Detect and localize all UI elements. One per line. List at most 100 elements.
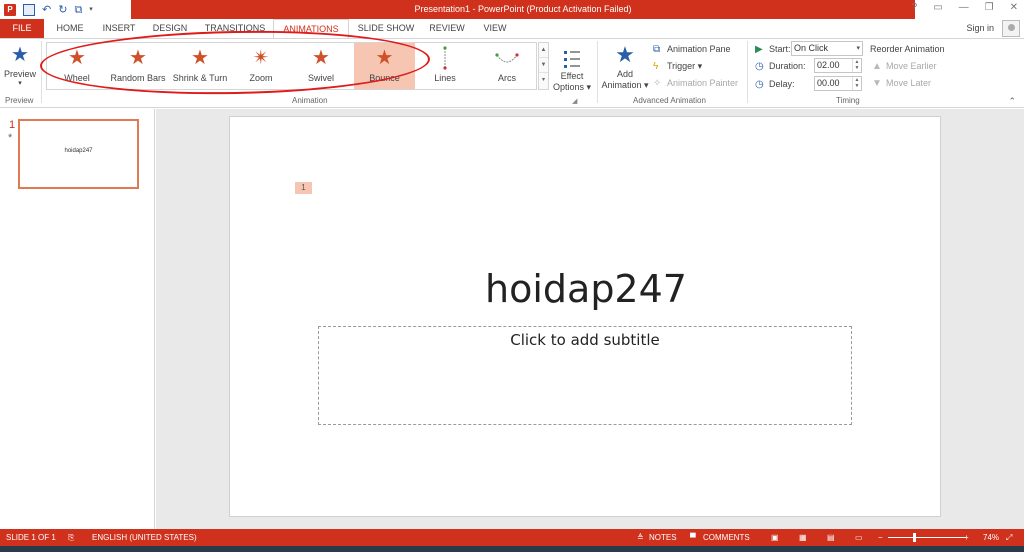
animation-order-tag[interactable]: 1 bbox=[295, 182, 312, 194]
close-icon[interactable]: ✕ bbox=[1010, 2, 1018, 13]
zoom-out-icon[interactable]: − bbox=[878, 529, 883, 546]
reading-view-icon[interactable]: ▤ bbox=[827, 529, 835, 546]
animation-lines-label: Lines bbox=[434, 73, 456, 83]
animation-bounce-label: Bounce bbox=[369, 73, 400, 83]
animation-painter-button[interactable]: ✧ Animation Painter bbox=[653, 76, 738, 90]
undo-icon[interactable]: ↶ bbox=[42, 4, 51, 16]
slide-sorter-icon[interactable]: ▦ bbox=[799, 529, 807, 546]
gallery-scroll-up-icon[interactable]: ▲ bbox=[539, 43, 548, 58]
slide-show-icon[interactable]: ▭ bbox=[855, 529, 863, 546]
animation-lines[interactable]: Lines bbox=[419, 43, 471, 89]
wheel-star-icon: ★ bbox=[68, 47, 86, 69]
effect-options-icon bbox=[552, 43, 592, 71]
powerpoint-logo-icon[interactable]: P bbox=[4, 3, 16, 16]
move-earlier-label: Move Earlier bbox=[886, 61, 937, 71]
zoom-slider-track[interactable] bbox=[888, 537, 966, 538]
effect-options-label-2: Options ▾ bbox=[552, 82, 592, 92]
move-earlier-icon: ▲ bbox=[872, 61, 882, 72]
save-icon[interactable] bbox=[23, 3, 35, 16]
minimize-icon[interactable]: — bbox=[959, 2, 969, 13]
fit-slide-icon[interactable]: ⤢ bbox=[1006, 529, 1012, 546]
animation-dialog-launcher-icon[interactable]: ◢ bbox=[572, 97, 577, 105]
tab-animations[interactable]: ANIMATIONS bbox=[273, 19, 349, 39]
gallery-scroll-down-icon[interactable]: ▼ bbox=[539, 58, 548, 73]
start-from-beginning-icon[interactable]: ⧉ bbox=[74, 4, 82, 16]
redo-icon[interactable]: ↻ bbox=[58, 4, 67, 16]
normal-view-icon[interactable]: ▣ bbox=[771, 529, 779, 546]
tab-review[interactable]: REVIEW bbox=[425, 19, 469, 38]
status-bar: SLIDE 1 OF 1 ⎘ ENGLISH (UNITED STATES) ≜… bbox=[0, 529, 1024, 546]
start-icon: ▶ bbox=[755, 44, 763, 55]
animation-wheel-label: Wheel bbox=[64, 73, 90, 83]
tab-design[interactable]: DESIGN bbox=[148, 19, 192, 38]
start-select[interactable]: On Click ▾ bbox=[791, 41, 863, 56]
animation-wheel[interactable]: ★ Wheel bbox=[49, 43, 105, 89]
slide-canvas[interactable]: 1 hoidap247 Click to add subtitle bbox=[229, 116, 941, 517]
move-earlier-button[interactable]: ▲ Move Earlier bbox=[872, 59, 937, 73]
bounce-star-icon: ★ bbox=[375, 47, 394, 69]
collapse-ribbon-icon[interactable]: ⌃ bbox=[1008, 96, 1016, 107]
animation-shrink-turn[interactable]: ★ Shrink & Turn bbox=[169, 43, 231, 89]
taskbar bbox=[0, 546, 1024, 552]
preview-star-icon: ★ bbox=[11, 44, 29, 66]
gallery-more-icon[interactable]: ▾ bbox=[539, 73, 548, 88]
delay-label-text: Delay: bbox=[769, 79, 795, 89]
duration-spinner-icon[interactable]: ▲ ▼ bbox=[852, 59, 861, 72]
animation-gallery: ★ Wheel ★ Random Bars ★ Shrink & Turn ✴ … bbox=[46, 42, 537, 90]
effect-options-label-1: Effect bbox=[560, 71, 584, 81]
delay-label: ◷ Delay: bbox=[755, 77, 795, 91]
sign-in-link[interactable]: Sign in bbox=[966, 23, 994, 33]
animation-zoom[interactable]: ✴ Zoom bbox=[233, 43, 289, 89]
comments-button[interactable]: COMMENTS bbox=[703, 529, 750, 546]
delay-field[interactable]: 00.00 ▲ ▼ bbox=[814, 76, 862, 91]
add-animation-label-1: Add bbox=[616, 69, 633, 79]
group-separator bbox=[597, 41, 598, 103]
tab-insert[interactable]: INSERT bbox=[98, 19, 140, 38]
add-animation-star-icon: ★ bbox=[615, 42, 635, 67]
tab-transitions[interactable]: TRANSITIONS bbox=[200, 19, 270, 38]
animation-arcs[interactable]: Arcs bbox=[479, 43, 535, 89]
spelling-check-icon[interactable]: ⎘ bbox=[68, 529, 74, 546]
slide-title[interactable]: hoidap247 bbox=[230, 267, 942, 311]
restore-icon[interactable]: ❐ bbox=[985, 2, 994, 13]
trigger-button[interactable]: ϟ Trigger ▾ bbox=[653, 59, 702, 73]
language-indicator[interactable]: ENGLISH (UNITED STATES) bbox=[92, 529, 197, 546]
group-label-animation: Animation bbox=[292, 96, 328, 105]
trigger-label: Trigger ▾ bbox=[667, 61, 703, 71]
effect-options-button[interactable]: Effect Options ▾ bbox=[552, 43, 592, 95]
slide-thumbnail[interactable]: hoidap247 bbox=[18, 119, 139, 189]
ribbon-display-icon[interactable]: ▭ bbox=[933, 2, 942, 13]
subtitle-placeholder[interactable]: Click to add subtitle bbox=[318, 326, 852, 425]
animation-pane-button[interactable]: ⧉ Animation Pane bbox=[653, 42, 731, 56]
notes-icon[interactable]: ≜ bbox=[637, 529, 644, 546]
help-icon[interactable]: ? bbox=[912, 2, 918, 13]
animation-pane-icon: ⧉ bbox=[653, 44, 661, 55]
zoom-slider-thumb[interactable] bbox=[913, 533, 916, 542]
notes-button[interactable]: NOTES bbox=[649, 529, 677, 546]
duration-label-text: Duration: bbox=[769, 61, 806, 71]
tab-file[interactable]: FILE bbox=[0, 19, 44, 38]
customize-qat-icon[interactable]: ▾ bbox=[89, 4, 93, 16]
swivel-star-icon: ★ bbox=[312, 47, 330, 69]
comments-icon[interactable]: ▀ bbox=[690, 529, 696, 546]
move-later-button[interactable]: ▼ Move Later bbox=[872, 76, 931, 90]
slide-number: 1 bbox=[9, 119, 16, 131]
add-animation-button[interactable]: ★ Add Animation ▾ bbox=[601, 41, 649, 95]
lines-path-icon bbox=[419, 43, 471, 73]
zoom-star-icon: ✴ bbox=[252, 47, 270, 69]
user-avatar[interactable] bbox=[1002, 20, 1020, 37]
tab-home[interactable]: HOME bbox=[50, 19, 90, 38]
preview-button[interactable]: ★ Preview ▾ bbox=[3, 43, 37, 95]
tab-slide-show[interactable]: SLIDE SHOW bbox=[355, 19, 417, 38]
delay-spinner-icon[interactable]: ▲ ▼ bbox=[852, 77, 861, 90]
zoom-level[interactable]: 74% bbox=[983, 529, 999, 546]
duration-label: ◷ Duration: bbox=[755, 59, 806, 73]
animation-bounce[interactable]: ★ Bounce bbox=[354, 43, 415, 89]
animation-swivel[interactable]: ★ Swivel bbox=[293, 43, 349, 89]
tab-view[interactable]: VIEW bbox=[477, 19, 513, 38]
zoom-in-icon[interactable]: + bbox=[964, 529, 969, 546]
group-separator bbox=[41, 41, 42, 103]
duration-field[interactable]: 02.00 ▲ ▼ bbox=[814, 58, 862, 73]
animation-random-bars[interactable]: ★ Random Bars bbox=[109, 43, 167, 89]
clock-icon: ◷ bbox=[755, 61, 764, 72]
